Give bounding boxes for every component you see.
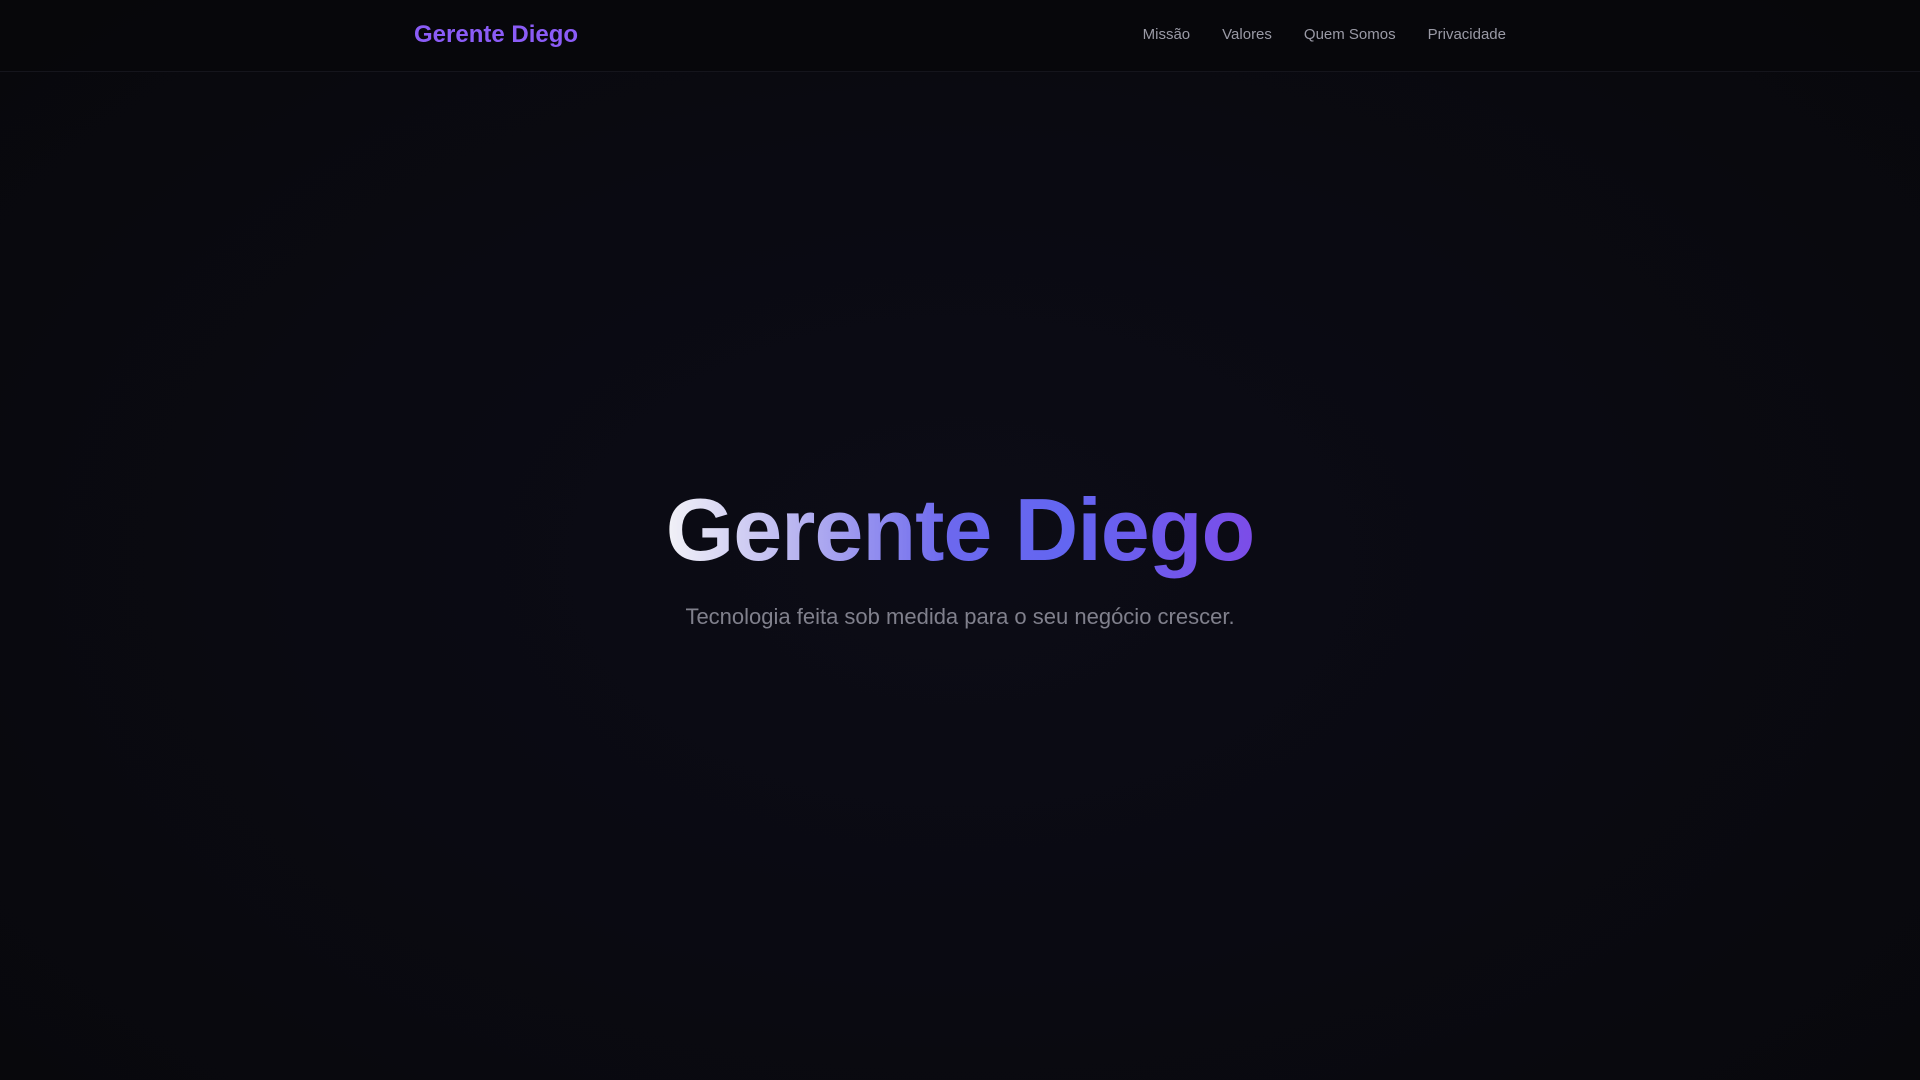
nav-link-valores[interactable]: Valores bbox=[1222, 25, 1272, 45]
landing-page: Gerente Diego Missão Valores Quem Somos … bbox=[0, 0, 1920, 1080]
hero-section: Gerente Diego Tecnologia feita sob medid… bbox=[0, 480, 1920, 632]
nav-link-privacidade[interactable]: Privacidade bbox=[1428, 25, 1506, 45]
hero-title: Gerente Diego bbox=[665, 480, 1255, 579]
main-navigation: Missão Valores Quem Somos Privacidade bbox=[1143, 0, 1506, 70]
top-navigation-bar: Gerente Diego Missão Valores Quem Somos … bbox=[0, 0, 1920, 72]
brand-logo-link[interactable]: Gerente Diego bbox=[414, 19, 578, 51]
nav-link-quem-somos[interactable]: Quem Somos bbox=[1304, 25, 1396, 45]
nav-link-missao[interactable]: Missão bbox=[1143, 25, 1191, 45]
hero-subtitle: Tecnologia feita sob medida para o seu n… bbox=[685, 604, 1235, 629]
